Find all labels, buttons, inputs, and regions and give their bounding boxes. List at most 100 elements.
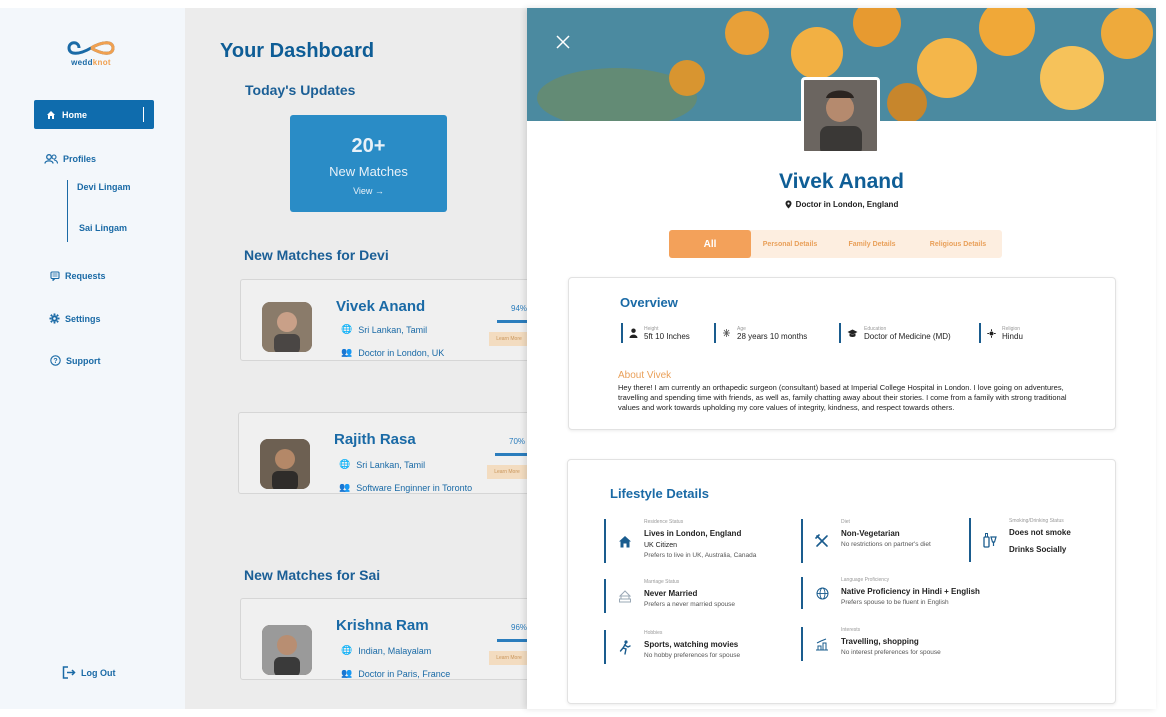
hobbies-key: Hobbies xyxy=(644,630,663,636)
profile-location: Doctor in London, England xyxy=(795,200,899,209)
language-preference: Prefers spouse to be fluent in English xyxy=(841,599,949,606)
overview-height: Height 5ft 10 Inches xyxy=(621,323,690,343)
lifestyle-marriage: Marriage Status Never Married Prefers a … xyxy=(604,579,735,613)
logout-button[interactable]: Log Out xyxy=(62,666,116,679)
running-icon xyxy=(619,639,631,655)
nav-home-label: Home xyxy=(62,109,88,120)
marriage-key: Marriage Status xyxy=(644,579,680,585)
learn-more-button[interactable]: Learn More xyxy=(489,651,529,665)
nav-requests[interactable]: Requests xyxy=(50,271,106,281)
close-icon[interactable] xyxy=(555,34,571,50)
person-icon xyxy=(629,328,638,338)
match-origin: Indian, Malayalam xyxy=(358,645,432,656)
match-job: Doctor in Paris, France xyxy=(358,668,451,679)
match-card[interactable]: Rajith Rasa 🌐 Sri Lankan, Tamil 👥 Software… xyxy=(238,412,530,494)
help-icon: ? xyxy=(50,355,61,366)
nav-profiles[interactable]: Profiles xyxy=(44,154,96,164)
sub-item-devi[interactable]: Devi Lingam xyxy=(77,182,131,192)
globe-icon: 🌐 xyxy=(339,459,351,469)
sidebar: weddknot Home Profiles Devi Lingam Sai L… xyxy=(0,8,185,709)
drinks-icon xyxy=(983,533,997,548)
nav-support-label: Support xyxy=(66,355,101,366)
logout-label: Log Out xyxy=(81,667,116,678)
overview-education: Education Doctor of Medicine (MD) xyxy=(839,323,951,343)
profile-tabs: All Personal Details Family Details Reli… xyxy=(669,230,1002,258)
match-origin: Sri Lankan, Tamil xyxy=(356,459,426,470)
overview-age: Age 28 years 10 months xyxy=(714,323,807,343)
smoking-value: Does not smoke xyxy=(1009,528,1071,537)
learn-more-button[interactable]: Learn More xyxy=(489,332,529,346)
stat-view-link[interactable]: View → xyxy=(290,186,447,196)
nav-profiles-label: Profiles xyxy=(63,154,97,164)
nav-support[interactable]: ? Support xyxy=(50,355,101,366)
profile-name: Vivek Anand xyxy=(779,170,904,193)
logo[interactable]: weddknot xyxy=(66,38,116,74)
graduation-cap-icon xyxy=(847,329,858,337)
overview-education-value: Doctor of Medicine (MD) xyxy=(864,331,951,341)
sub-item-sai[interactable]: Sai Lingam xyxy=(79,223,127,233)
match-origin: Sri Lankan, Tamil xyxy=(358,324,428,335)
nav-requests-label: Requests xyxy=(65,271,106,281)
logo-text-knot: knot xyxy=(92,58,111,67)
location-pin-icon xyxy=(785,200,792,209)
lifestyle-language: Language Proficiency Native Proficiency … xyxy=(801,577,980,609)
residence-value: Lives in London, England xyxy=(644,529,742,538)
tab-personal-details[interactable]: Personal Details xyxy=(751,241,829,248)
globe-icon xyxy=(816,587,828,599)
smoking-key: Smoking/Drinking Status xyxy=(1009,518,1064,524)
age-icon xyxy=(723,329,730,337)
page-title: Your Dashboard xyxy=(220,40,375,62)
people-icon: 👥 xyxy=(341,347,353,357)
match-percent: 94% xyxy=(511,304,528,313)
diet-value: Non-Vegetarian xyxy=(841,529,900,538)
marriage-preference: Prefers a never married spouse xyxy=(644,601,736,608)
nav-home[interactable]: Home xyxy=(34,100,154,129)
overview-religion-value: Hindu xyxy=(1002,331,1023,341)
match-percent-bar xyxy=(497,639,530,642)
stat-number: 20+ xyxy=(351,135,386,157)
svg-text:?: ? xyxy=(53,358,57,365)
diet-key: Diet xyxy=(841,519,850,525)
lifestyle-card: Lifestyle Details Residence Status Lives… xyxy=(567,459,1116,704)
cutlery-icon xyxy=(815,534,828,547)
overview-title: Overview xyxy=(620,295,678,310)
globe-icon: 🌐 xyxy=(341,324,353,334)
lifestyle-diet: Diet Non-Vegetarian No restrictions on p… xyxy=(801,519,931,563)
match-percent: 70% xyxy=(509,437,526,446)
match-name: Krishna Ram xyxy=(336,617,429,634)
devi-matches-heading: New Matches for Devi xyxy=(244,247,389,263)
match-photo xyxy=(260,439,310,489)
house-icon xyxy=(619,535,631,547)
lifestyle-interests: Interests Travelling, shopping No intere… xyxy=(801,627,941,661)
lifestyle-title: Lifestyle Details xyxy=(610,486,709,501)
tab-religious-details[interactable]: Religious Details xyxy=(915,241,1001,248)
hobbies-preference: No hobby preferences for spouse xyxy=(644,652,741,659)
tab-family-details[interactable]: Family Details xyxy=(829,241,915,248)
home-icon xyxy=(47,110,55,119)
match-job: Doctor in London, UK xyxy=(358,347,445,358)
marriage-value: Never Married xyxy=(644,589,698,598)
match-percent: 96% xyxy=(511,623,528,632)
learn-more-button[interactable]: Learn More xyxy=(487,465,527,479)
nav-settings-label: Settings xyxy=(65,313,101,324)
nav-settings[interactable]: Settings xyxy=(49,313,101,324)
travel-icon xyxy=(816,638,828,650)
profile-avatar xyxy=(801,77,880,154)
new-matches-card[interactable]: 20+ New Matches View → xyxy=(290,115,447,212)
language-value: Native Proficiency in Hindi + English xyxy=(841,587,980,596)
users-icon xyxy=(44,154,58,164)
sai-matches-heading: New Matches for Sai xyxy=(244,567,381,583)
profile-panel: Vivek Anand Doctor in London, England Al… xyxy=(527,8,1156,709)
logo-text-wedd: wedd xyxy=(71,58,93,67)
match-card[interactable]: Krishna Ram 🌐 Indian, Malayalam 👥 Doctor i… xyxy=(240,598,530,680)
overview-age-value: 28 years 10 months xyxy=(737,331,808,341)
tab-all[interactable]: All xyxy=(669,230,751,258)
about-title: About Vivek xyxy=(618,370,672,381)
overview-height-value: 5ft 10 Inches xyxy=(644,331,690,341)
match-name: Rajith Rasa xyxy=(334,431,416,448)
hobbies-value: Sports, watching movies xyxy=(644,640,739,649)
residence-key: Residence Status xyxy=(644,519,684,525)
drinking-value: Drinks Socially xyxy=(1009,545,1067,554)
match-card[interactable]: Vivek Anand 🌐 Sri Lankan, Tamil 👥 Doctor i… xyxy=(240,279,530,361)
about-text: Hey there! I am currently an orthapedic … xyxy=(618,383,1067,412)
